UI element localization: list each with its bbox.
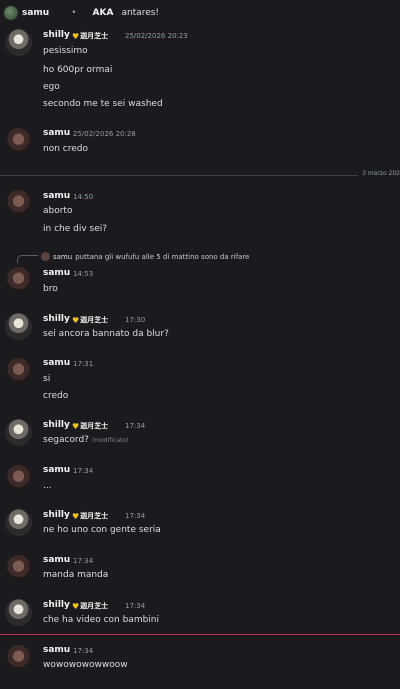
message-text: non credo bbox=[43, 144, 88, 154]
avatar[interactable] bbox=[5, 419, 32, 446]
heart-icon: ♥ bbox=[72, 601, 80, 611]
avatar[interactable] bbox=[5, 554, 32, 581]
new-messages-divider bbox=[0, 634, 400, 635]
message-text: credo bbox=[43, 391, 69, 401]
reply-spine bbox=[17, 255, 38, 263]
heart-icon: ♥ bbox=[72, 31, 80, 41]
avatar[interactable] bbox=[5, 266, 32, 293]
message-text: si bbox=[43, 374, 51, 384]
date-divider-label: 3 marzo 202 bbox=[358, 170, 400, 177]
reply-avatar bbox=[41, 252, 50, 261]
guild-tag[interactable]: ♥ 迦月芝士 bbox=[72, 421, 108, 431]
heart-icon: ♥ bbox=[72, 421, 80, 431]
message-author[interactable]: shilly bbox=[43, 420, 70, 430]
message-timestamp: 17:34 bbox=[125, 602, 146, 610]
message-timestamp: 17:31 bbox=[73, 360, 94, 368]
date-divider bbox=[0, 175, 400, 176]
heart-icon: ♥ bbox=[72, 511, 80, 521]
message-timestamp: 17:30 bbox=[125, 316, 146, 324]
message-author[interactable]: samu bbox=[43, 191, 70, 201]
message-timestamp: 25/02/2026 20:28 bbox=[73, 130, 136, 138]
message-text: secondo me te sei washed bbox=[43, 99, 163, 109]
avatar[interactable] bbox=[5, 313, 32, 340]
message-author[interactable]: shilly bbox=[43, 600, 70, 610]
avatar[interactable] bbox=[5, 357, 32, 384]
message-text: ego bbox=[43, 82, 60, 92]
message-timestamp: 17:34 bbox=[125, 422, 146, 430]
message-text: aborto bbox=[43, 206, 73, 216]
guild-tag-label: 迦月芝士 bbox=[80, 602, 109, 610]
message-timestamp: 14:53 bbox=[73, 270, 94, 278]
guild-tag[interactable]: ♥ 迦月芝士 bbox=[72, 315, 108, 325]
aka-value: antares! bbox=[121, 8, 160, 18]
message-timestamp: 17:34 bbox=[73, 557, 94, 565]
message-text: in che div sei? bbox=[43, 224, 108, 234]
message-timestamp: 14:50 bbox=[73, 193, 94, 201]
message-feed: shilly ♥ 迦月芝士 25/02/2026 20:23 pesissimo … bbox=[0, 26, 400, 689]
message-text: pesissimo bbox=[43, 46, 88, 56]
header-username[interactable]: samu bbox=[22, 8, 49, 18]
message-author[interactable]: samu bbox=[43, 465, 70, 475]
message-timestamp: 17:34 bbox=[73, 647, 94, 655]
avatar[interactable] bbox=[5, 599, 32, 626]
message-text-row: segacord? (modificato) bbox=[43, 435, 128, 445]
message-timestamp: 25/02/2026 20:23 bbox=[125, 32, 188, 40]
message-text: wowowowowwoow bbox=[43, 660, 128, 670]
message-author[interactable]: shilly bbox=[43, 314, 70, 324]
edited-label: (modificato) bbox=[91, 437, 129, 444]
message-author[interactable]: shilly bbox=[43, 510, 70, 520]
header-separator: • bbox=[71, 8, 77, 18]
guild-tag-label: 迦月芝士 bbox=[80, 512, 109, 520]
message-author[interactable]: samu bbox=[43, 358, 70, 368]
guild-tag[interactable]: ♥ 迦月芝士 bbox=[72, 31, 108, 41]
message-text: bro bbox=[43, 284, 58, 294]
avatar[interactable] bbox=[5, 644, 32, 671]
guild-tag[interactable]: ♥ 迦月芝士 bbox=[72, 601, 108, 611]
message-author[interactable]: shilly bbox=[43, 30, 70, 40]
message-text: manda manda bbox=[43, 570, 109, 580]
message-text: sei ancora bannato da blur? bbox=[43, 329, 169, 339]
user-avatar[interactable] bbox=[4, 6, 18, 20]
avatar[interactable] bbox=[5, 127, 32, 154]
reply-text: puttana gli wufufu alle 5 di mattino son… bbox=[75, 252, 250, 261]
message-text: che ha video con bambini bbox=[43, 615, 160, 625]
message-text: ho 600pr ormai bbox=[43, 65, 113, 75]
avatar[interactable] bbox=[5, 464, 32, 491]
message-text: segacord? bbox=[43, 435, 89, 445]
message-timestamp: 17:34 bbox=[125, 512, 146, 520]
message-timestamp: 17:34 bbox=[73, 467, 94, 475]
message-author[interactable]: samu bbox=[43, 268, 70, 278]
message-text: ... bbox=[43, 481, 52, 491]
message-author[interactable]: samu bbox=[43, 645, 70, 655]
avatar[interactable] bbox=[5, 29, 32, 56]
reply-preview[interactable]: samu puttana gli wufufu alle 5 di mattin… bbox=[17, 250, 250, 263]
guild-tag-label: 迦月芝士 bbox=[80, 316, 109, 324]
message-author[interactable]: samu bbox=[43, 555, 70, 565]
aka-label: AKA bbox=[92, 8, 114, 18]
avatar[interactable] bbox=[5, 189, 32, 216]
guild-tag-label: 迦月芝士 bbox=[80, 422, 109, 430]
heart-icon: ♥ bbox=[72, 315, 80, 325]
channel-header: samu • AKA antares! bbox=[0, 0, 400, 26]
guild-tag-label: 迦月芝士 bbox=[80, 32, 109, 40]
message-author[interactable]: samu bbox=[43, 128, 70, 138]
avatar[interactable] bbox=[5, 509, 32, 536]
reply-author: samu bbox=[53, 252, 73, 261]
message-text: ne ho uno con gente seria bbox=[43, 525, 161, 535]
guild-tag[interactable]: ♥ 迦月芝士 bbox=[72, 511, 108, 521]
